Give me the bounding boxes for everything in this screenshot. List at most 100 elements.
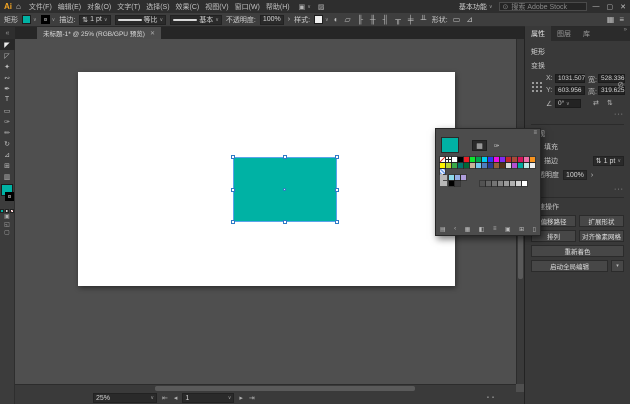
swatch[interactable] [482,163,487,168]
swatch[interactable] [512,163,517,168]
swatch-options-icon[interactable]: ≡ [493,226,497,233]
swatch[interactable] [522,181,527,186]
swatch[interactable] [530,163,535,168]
swatch[interactable] [506,163,511,168]
menu-item[interactable]: 选择(S) [143,2,172,12]
new-color-group-icon[interactable]: ▣ [505,226,511,233]
appearance-opacity-input[interactable]: 100% [563,170,587,180]
swatch[interactable] [480,181,485,186]
swatch-libraries-icon[interactable]: ▤ [440,226,446,233]
y-input[interactable]: 603.956 [555,86,585,95]
swatch[interactable] [494,163,499,168]
zoom-level-select[interactable]: 25% ∨ [93,393,157,403]
stroke-weight-input[interactable]: ⇅ 1 pt ∨ [79,14,111,25]
preferences-icon[interactable]: ▱ [344,15,352,24]
quick-action-button[interactable]: 扩展形状 [579,215,624,227]
swatch[interactable] [452,163,457,168]
swatch[interactable] [455,175,460,180]
reference-point-locator[interactable] [531,81,543,93]
menu-item[interactable]: 对象(O) [84,2,114,12]
screen-mode-icon[interactable]: ▢ [4,229,10,237]
dock-tab[interactable]: 图层 [551,26,577,41]
stock-search-input[interactable]: ⊙ 搜索 Adobe Stock [498,2,587,11]
share-document-icon[interactable]: ▨ [318,3,325,11]
swatch[interactable] [518,163,523,168]
scale-tool[interactable]: ⊿ [0,149,15,160]
new-swatch-icon[interactable]: ⊞ [519,226,524,233]
stroke-swatch[interactable] [4,192,14,201]
fill-stroke-indicator[interactable] [0,184,15,206]
swatch[interactable] [482,157,487,162]
pen-tool[interactable]: ✒ [0,83,15,94]
swatch[interactable] [455,181,460,186]
align-h-center-icon[interactable]: ╫ [368,15,377,24]
last-artboard-icon[interactable]: ⇥ [248,394,256,402]
direct-selection-tool[interactable]: ◸ [0,50,15,61]
workspace-switcher[interactable]: 基本功能 ∨ [459,2,493,12]
menu-item[interactable]: 编辑(E) [55,2,84,12]
swatch[interactable] [446,157,451,162]
shape-properties-icon[interactable]: ▭ [452,15,462,24]
color-group-folder-icon[interactable] [440,180,447,186]
swatch[interactable] [476,163,481,168]
brush-definition-select[interactable]: 基本 ∨ [170,14,222,25]
swatch[interactable] [498,181,503,186]
delete-swatch-icon[interactable]: ▯ [533,226,536,233]
paintbrush-tool[interactable]: ✑ [0,116,15,127]
transform-more-options[interactable]: ··· [614,111,624,118]
horizontal-scrollbar[interactable] [15,384,516,392]
next-artboard-icon[interactable]: ▸ [238,394,244,402]
document-setup-icon[interactable]: ◐ [333,15,340,24]
width-profile-select[interactable]: 等比 ∨ [114,14,167,25]
handle-top-center[interactable] [283,155,287,159]
swatch[interactable] [488,163,493,168]
swatch[interactable] [486,181,491,186]
previous-artboard-icon[interactable]: ◂ [173,394,179,402]
swatch[interactable] [516,181,521,186]
menu-item[interactable]: 帮助(H) [263,2,293,12]
global-edit-caret-icon[interactable]: ▾ [611,260,624,272]
swatch[interactable] [524,157,529,162]
swatch[interactable] [440,157,445,162]
pencil-tool[interactable]: ✏ [0,127,15,138]
swatch[interactable] [464,163,469,168]
swatches-view-button[interactable]: ▦ [472,140,487,151]
transform-widget-icon[interactable]: ⊿ [465,15,474,24]
tab-close-icon[interactable]: ✕ [150,30,155,37]
quick-action-button[interactable]: 对齐像素网格 [579,230,624,242]
handle-middle-left[interactable] [231,187,235,192]
swatch[interactable] [500,157,505,162]
swatch[interactable] [449,181,454,186]
panel-grid-icon[interactable]: ▦ [607,15,615,24]
appearance-more-options[interactable]: ··· [531,186,624,193]
swatch[interactable] [452,157,457,162]
swatch[interactable] [476,157,481,162]
swatch[interactable] [446,163,451,168]
draw-behind-icon[interactable]: ◱ [4,221,10,229]
swatch[interactable] [494,157,499,162]
swatch[interactable] [500,163,505,168]
opacity-panel-icon[interactable]: › [288,16,290,23]
constrain-proportions-icon[interactable]: ⊘ [617,80,624,89]
close-button[interactable]: ✕ [620,3,626,11]
selected-rectangle[interactable] [231,155,339,224]
recolor-button[interactable]: 重新着色 [531,245,624,257]
mesh-tool[interactable]: ⊞ [0,160,15,171]
appearance-stroke-weight-input[interactable]: ⇅ 1 pt ∨ [592,156,624,166]
flip-vertical-icon[interactable]: ⇅ [607,99,613,107]
handle-top-right[interactable] [335,155,339,159]
swatch[interactable] [470,157,475,162]
swatch-kinds-icon[interactable]: ◧ [479,226,485,233]
previous-library-icon[interactable]: ‹ [454,226,456,233]
minimize-button[interactable]: — [593,3,600,11]
fill-color-chip[interactable]: ∨ [22,15,37,24]
swatch[interactable] [492,181,497,186]
align-v-middle-icon[interactable]: ╪ [406,15,415,24]
dock-tab[interactable]: 库 [577,26,596,41]
rectangle-tool[interactable]: ▭ [0,105,15,116]
opacity-panel-icon[interactable]: › [591,172,593,179]
opacity-input[interactable]: 100% [259,14,284,25]
toolbar-collapse-icon[interactable]: « [0,27,15,39]
handle-bottom-right[interactable] [335,220,339,224]
rotate-tool[interactable]: ↻ [0,138,15,149]
